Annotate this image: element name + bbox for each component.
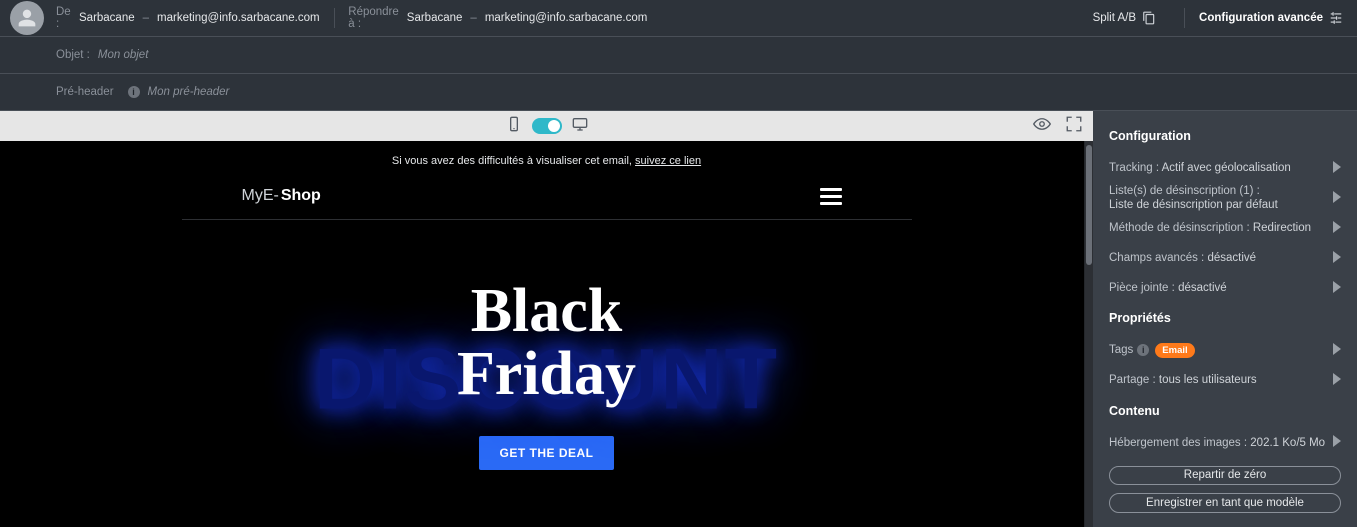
cta-button[interactable]: GET THE DEAL [479, 436, 613, 470]
share-value: tous les utilisateurs [1159, 374, 1257, 386]
advanced-fields-label: Champs avancés : [1109, 252, 1204, 264]
subject-input[interactable]: Mon objet [98, 49, 149, 61]
view-online-link[interactable]: suivez ce lien [635, 155, 701, 167]
split-ab-label: Split A/B [1093, 12, 1136, 24]
from-name[interactable]: Sarbacane [79, 12, 135, 24]
avatar [10, 1, 44, 35]
share-label: Partage : [1109, 374, 1156, 386]
row-tracking[interactable]: Tracking : Actif avec géolocalisation [1109, 153, 1341, 183]
tags-label: Tags [1109, 344, 1133, 356]
chevron-right-icon [1333, 191, 1341, 206]
row-unsub-method[interactable]: Méthode de désinscription : Redirection [1109, 213, 1341, 243]
info-icon[interactable]: i [1137, 344, 1149, 356]
chevron-right-icon [1333, 343, 1341, 358]
advanced-config-label: Configuration avancée [1199, 12, 1323, 24]
split-ab-button[interactable]: Split A/B [1093, 11, 1156, 25]
unsub-list-label: Liste(s) de désinscription (1) : [1109, 185, 1278, 197]
advanced-fields-value: désactivé [1207, 252, 1256, 264]
preheader-input[interactable]: Mon pré-header [148, 86, 230, 98]
info-icon[interactable]: i [128, 86, 140, 98]
row-unsub-list[interactable]: Liste(s) de désinscription (1) : Liste d… [1109, 183, 1341, 213]
unsub-list-value: Liste de désinscription par défaut [1109, 199, 1278, 211]
separator-bar [1184, 8, 1185, 28]
tracking-label: Tracking : [1109, 162, 1159, 174]
tag-badge-email: Email [1155, 343, 1194, 358]
separator-dash: – [143, 12, 149, 24]
attachment-label: Pièce jointe : [1109, 282, 1175, 294]
header-row-preheader: Pré-header i Mon pré-header [0, 74, 1357, 110]
replyto-name[interactable]: Sarbacane [407, 12, 463, 24]
hero-block[interactable]: DISCOUNT Black Friday GET THE DEAL [152, 250, 942, 510]
chevron-right-icon [1333, 251, 1341, 266]
advanced-config-button[interactable]: Configuration avancée [1199, 11, 1343, 25]
replyto-label: Répondre à : [348, 6, 399, 30]
row-share[interactable]: Partage : tous les utilisateurs [1109, 365, 1341, 395]
unsub-method-value: Redirection [1253, 222, 1311, 234]
save-as-template-button[interactable]: Enregistrer en tant que modèle [1109, 493, 1341, 513]
email-canvas[interactable]: Si vous avez des difficultés à visualise… [0, 141, 1093, 527]
separator-bar [334, 8, 335, 28]
vertical-scrollbar[interactable] [1084, 141, 1093, 527]
preheader-label: Pré-header [56, 86, 114, 98]
right-panel: Configuration Tracking : Actif avec géol… [1093, 111, 1357, 527]
device-toolbar [0, 111, 1093, 141]
row-image-hosting[interactable]: Hébergement des images : 202.1 Ko/5 Mo [1109, 428, 1341, 458]
unsub-method-label: Méthode de désinscription : [1109, 222, 1250, 234]
row-tags[interactable]: Tags i Email [1109, 335, 1341, 365]
mobile-icon[interactable] [506, 116, 522, 137]
replyto-email[interactable]: marketing@info.sarbacane.com [485, 12, 648, 24]
header-row-from: De : Sarbacane – marketing@info.sarbacan… [0, 0, 1357, 37]
preview-eye-icon[interactable] [1033, 115, 1051, 138]
chevron-right-icon [1333, 373, 1341, 388]
chevron-right-icon [1333, 161, 1341, 176]
email-header: De : Sarbacane – marketing@info.sarbacan… [0, 0, 1357, 111]
hosting-value: 202.1 Ko/5 Mo [1250, 437, 1325, 449]
hosting-label: Hébergement des images : [1109, 437, 1247, 449]
attachment-value: désactivé [1178, 282, 1227, 294]
headline-line-1: Black [152, 280, 942, 343]
chevron-right-icon [1333, 221, 1341, 236]
copy-icon [1142, 11, 1156, 25]
restart-button[interactable]: Repartir de zéro [1109, 466, 1341, 486]
desktop-icon[interactable] [572, 116, 588, 137]
from-label: De : [56, 6, 71, 30]
subject-label: Objet : [56, 49, 90, 61]
fullscreen-icon[interactable] [1065, 115, 1083, 138]
device-switch[interactable] [532, 118, 562, 134]
headline-line-2: Friday [152, 343, 942, 406]
brand-prefix: MyE- [242, 187, 279, 205]
row-attachment[interactable]: Pièce jointe : désactivé [1109, 273, 1341, 303]
hamburger-menu-icon[interactable] [820, 188, 842, 205]
chevron-right-icon [1333, 281, 1341, 296]
header-row-subject: Objet : Mon objet [0, 37, 1357, 74]
section-title-properties: Propriétés [1109, 311, 1341, 325]
hero-headline: Black Friday [152, 280, 942, 406]
separator-dash: – [470, 12, 476, 24]
email-nav: MyE-Shop [182, 181, 912, 220]
view-online-text: Si vous avez des difficultés à visualise… [152, 141, 942, 181]
tracking-value: Actif avec géolocalisation [1162, 162, 1291, 174]
view-online-prefix: Si vous avez des difficultés à visualise… [392, 155, 635, 167]
from-email[interactable]: marketing@info.sarbacane.com [157, 12, 320, 24]
brand-suffix: Shop [281, 187, 321, 205]
chevron-right-icon [1333, 435, 1341, 450]
sliders-icon [1329, 11, 1343, 25]
brand-name: MyE-Shop [242, 187, 321, 205]
section-title-configuration: Configuration [1109, 129, 1341, 143]
section-title-content: Contenu [1109, 404, 1341, 418]
row-advanced-fields[interactable]: Champs avancés : désactivé [1109, 243, 1341, 273]
